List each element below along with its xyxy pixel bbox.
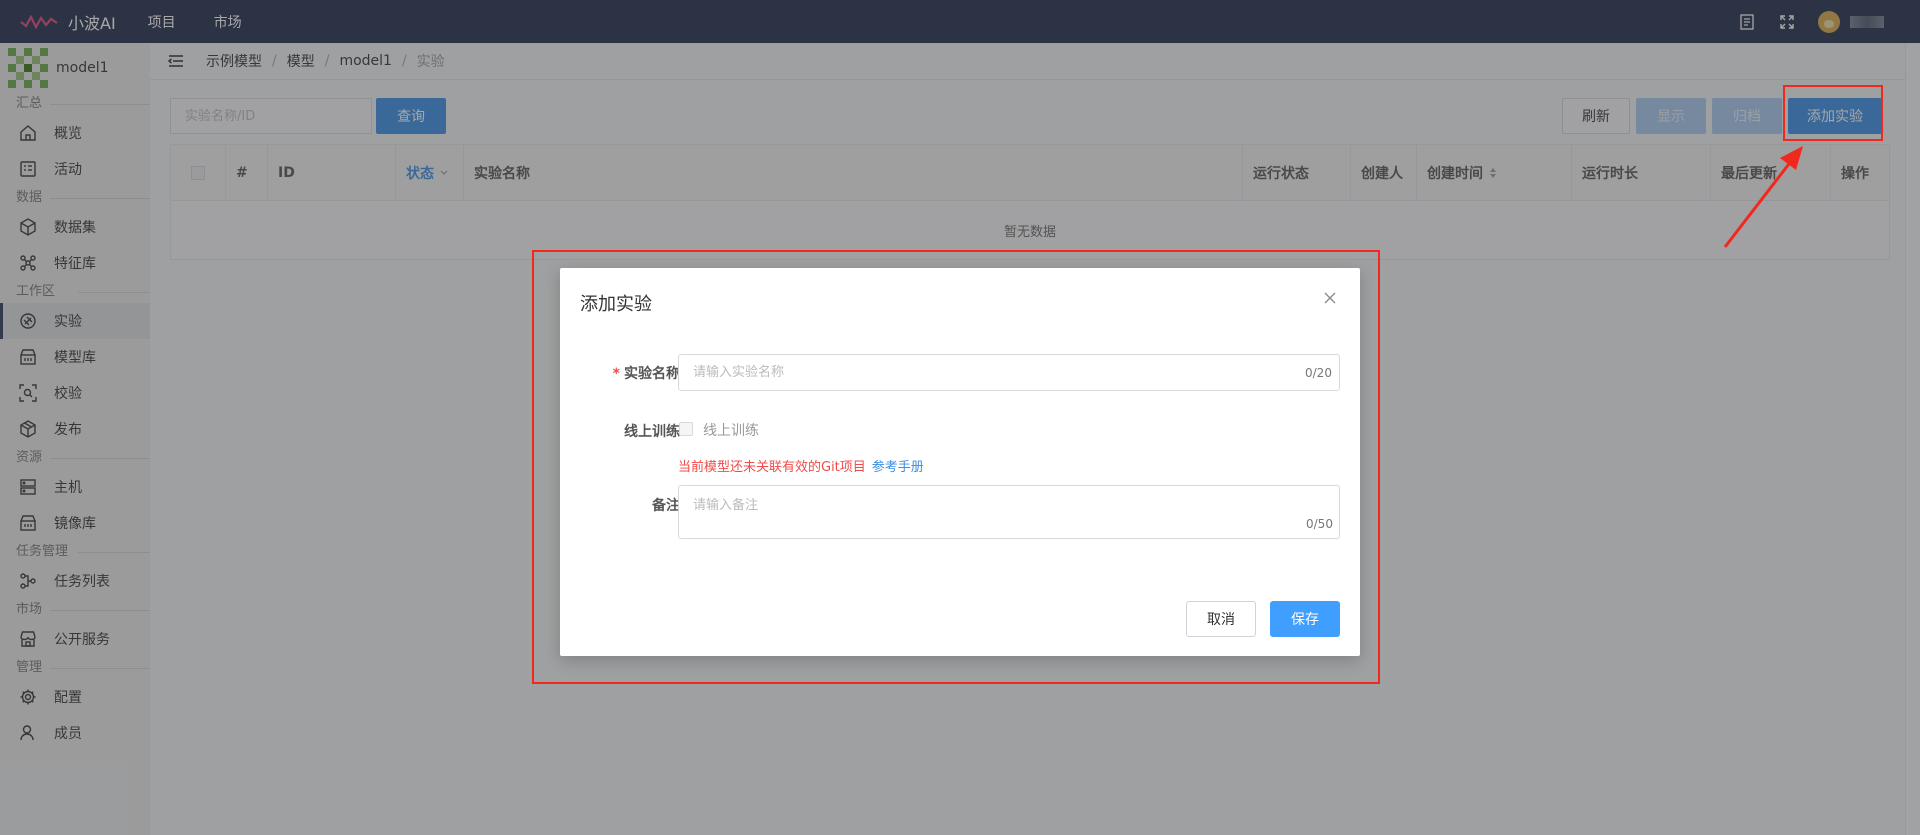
reference-manual-link[interactable]: 参考手册 — [872, 460, 924, 475]
dialog-title: 添加实验 — [580, 294, 652, 315]
online-training-checkbox-label[interactable]: 线上训练 — [703, 420, 759, 440]
experiment-name-label: * 实验名称 — [613, 363, 680, 383]
add-experiment-dialog: 添加实验 *实验名称 0/20 线上训练 线上训练 当前模型还未关联有效的Git… — [560, 268, 1360, 656]
online-training-label: 线上训练 — [624, 424, 680, 440]
remark-char-counter: 0/50 — [1306, 517, 1333, 531]
git-warning-text: 当前模型还未关联有效的Git项目 — [678, 460, 866, 475]
experiment-name-input[interactable] — [678, 354, 1340, 391]
cancel-button[interactable]: 取消 — [1186, 601, 1256, 637]
close-icon[interactable] — [1322, 290, 1338, 306]
online-training-checkbox[interactable] — [679, 422, 693, 436]
remark-textarea[interactable] — [678, 485, 1340, 539]
experiment-name-label-text: 实验名称 — [624, 366, 680, 382]
name-char-counter: 0/20 — [1305, 366, 1332, 380]
remark-label: 备注 — [652, 498, 680, 514]
required-mark: * — [612, 366, 620, 382]
git-warning: 当前模型还未关联有效的Git项目 参考手册 — [678, 456, 924, 475]
save-button[interactable]: 保存 — [1270, 601, 1340, 637]
